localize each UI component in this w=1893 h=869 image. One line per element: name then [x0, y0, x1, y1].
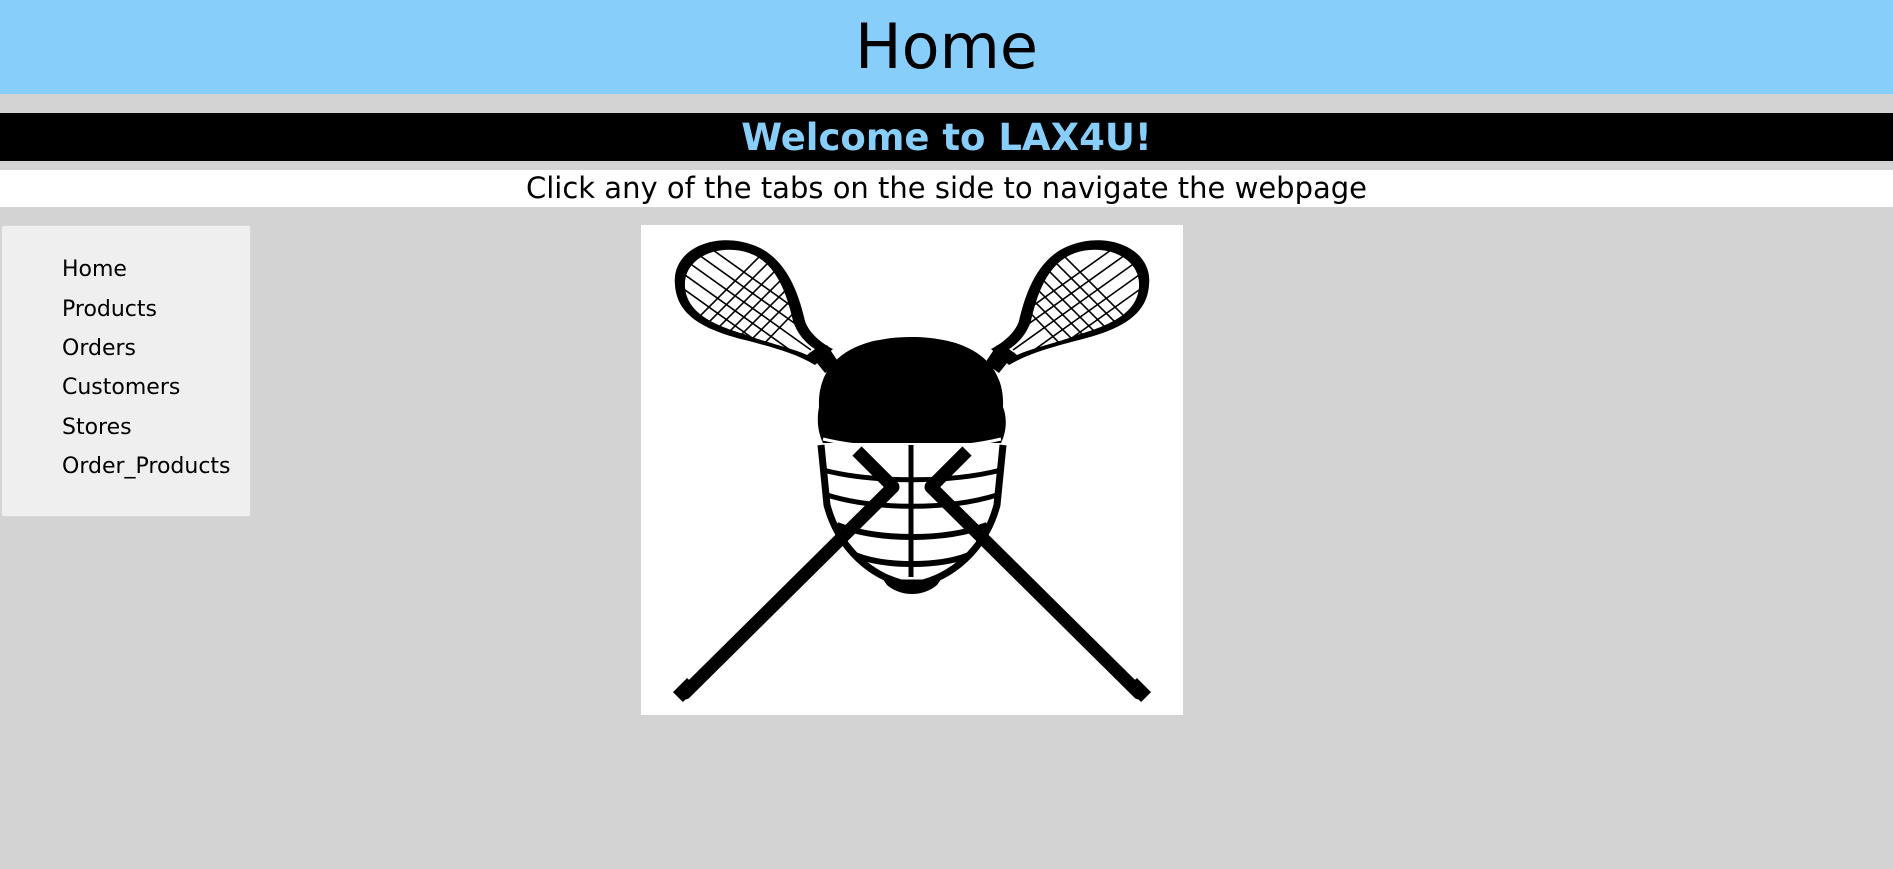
sidebar-list: Home Products Orders Customers Stores Or…: [62, 250, 231, 486]
instruction-text: Click any of the tabs on the side to nav…: [525, 171, 1367, 205]
sidebar-item-stores[interactable]: Stores: [62, 408, 231, 447]
sidebar-item-orders[interactable]: Orders: [62, 329, 231, 368]
instruction-banner: Click any of the tabs on the side to nav…: [0, 170, 1893, 207]
page-title: Home: [854, 10, 1039, 83]
sidebar-item-order-products[interactable]: Order_Products: [62, 447, 231, 486]
sidebar-item-customers[interactable]: Customers: [62, 368, 231, 407]
header-bar: Home: [0, 0, 1893, 94]
sidebar-item-home[interactable]: Home: [62, 250, 231, 289]
page: Home Welcome to LAX4U! Click any of the …: [0, 0, 1893, 869]
sidebar-nav: Home Products Orders Customers Stores Or…: [1, 225, 251, 517]
lacrosse-crossed-sticks-helmet-icon: [672, 240, 1152, 703]
welcome-heading: Welcome to LAX4U!: [741, 115, 1152, 159]
sidebar-item-products[interactable]: Products: [62, 289, 231, 328]
lacrosse-logo-image: [641, 225, 1183, 715]
welcome-banner: Welcome to LAX4U!: [0, 113, 1893, 161]
